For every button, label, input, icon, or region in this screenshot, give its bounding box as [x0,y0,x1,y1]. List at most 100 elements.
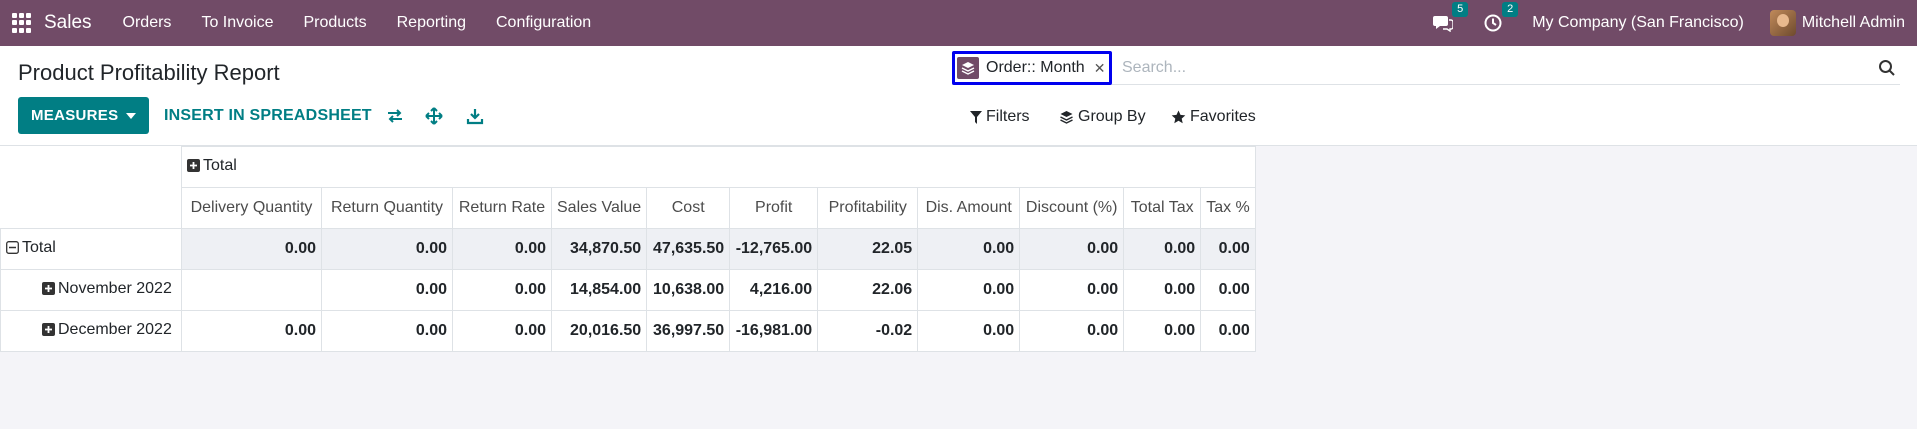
menu-orders[interactable]: Orders [108,14,187,32]
cell[interactable]: 4,216.00 [729,269,819,311]
cell[interactable]: -12,765.00 [729,228,819,270]
measure-header-return-rate[interactable]: Return Rate [452,187,552,229]
plus-square-icon [42,282,55,300]
cell[interactable]: 0.00 [917,310,1021,352]
cell[interactable]: 10,638.00 [646,269,731,311]
measure-header-return-quantity[interactable]: Return Quantity [321,187,453,229]
cell[interactable]: 0.00 [452,269,552,311]
cell[interactable]: 0.00 [1200,269,1256,311]
plus-square-icon [187,159,200,177]
cell[interactable]: 0.00 [1123,228,1202,270]
activities-clock-icon[interactable]: 2 [1482,2,1519,34]
messages-icon[interactable]: 5 [1432,2,1469,34]
control-panel: Product Profitability Report MEASURES IN… [0,46,1917,146]
search-facet[interactable]: Order:: Month ✕ [952,51,1113,85]
facet-remove-icon[interactable]: ✕ [1094,60,1106,77]
caret-down-icon [126,112,137,119]
measure-header-sales-value[interactable]: Sales Value [550,187,648,229]
pivot-view: Total Delivery Quantity Return Quantity … [0,146,1256,352]
measure-header-delivery-quantity[interactable]: Delivery Quantity [181,187,322,229]
top-navbar: Sales Orders To Invoice Products Reporti… [0,0,1917,46]
cell[interactable]: 0.00 [1200,310,1256,352]
row-header-total[interactable]: Total [0,228,182,270]
filters-dropdown[interactable]: Filters [970,108,1030,126]
measure-header-tax-percent[interactable]: Tax % [1200,187,1256,229]
menu-configuration[interactable]: Configuration [481,14,606,32]
cell[interactable]: 0.00 [1019,310,1125,352]
cell[interactable]: 0.00 [321,228,453,270]
measure-header-cost[interactable]: Cost [646,187,731,229]
menu-products[interactable]: Products [288,14,381,32]
table-row: November 2022 0.00 0.00 14,854.00 10,638… [0,269,1256,311]
group-by-label: Group By [1078,108,1146,125]
page-title: Product Profitability Report [18,60,280,85]
cell[interactable]: -16,981.00 [729,310,819,352]
flip-axis-icon[interactable] [386,107,404,125]
row-label: December 2022 [58,321,172,338]
insert-in-spreadsheet-button[interactable]: INSERT IN SPREADSHEET [164,107,372,125]
app-name[interactable]: Sales [44,12,92,34]
group-by-layers-icon [957,57,979,79]
cell[interactable]: 36,997.50 [646,310,731,352]
cell[interactable]: 0.00 [181,228,322,270]
filter-icon [970,110,982,124]
plus-square-icon [42,323,55,341]
cell[interactable]: 0.00 [1200,228,1256,270]
cell[interactable]: 0.00 [1123,310,1202,352]
favorites-dropdown[interactable]: Favorites [1171,108,1256,126]
row-header-november-2022[interactable]: November 2022 [0,269,182,311]
cell[interactable]: 0.00 [1019,228,1125,270]
menu-reporting[interactable]: Reporting [382,14,481,32]
cell[interactable]: 0.00 [452,228,552,270]
cell[interactable]: 22.06 [817,269,919,311]
search-input[interactable] [1122,53,1842,83]
pivot-corner [0,146,182,229]
company-switcher[interactable]: My Company (San Francisco) [1532,14,1744,32]
menu-to-invoice[interactable]: To Invoice [186,14,288,32]
cell[interactable]: 47,635.50 [646,228,731,270]
col-group-label: Total [203,157,237,174]
measure-header-profitability[interactable]: Profitability [817,187,919,229]
cell[interactable]: 0.00 [181,310,322,352]
cell[interactable]: 34,870.50 [550,228,648,270]
layers-icon [1060,111,1073,124]
cell[interactable]: 0.00 [452,310,552,352]
cell[interactable]: 0.00 [917,228,1021,270]
pivot-table: Total Delivery Quantity Return Quantity … [0,146,1256,352]
cell[interactable]: 0.00 [321,310,453,352]
measure-header-total-tax[interactable]: Total Tax [1123,187,1202,229]
expand-all-icon[interactable] [425,107,443,125]
download-icon[interactable] [466,107,484,125]
search-bar: Order:: Month ✕ [952,51,1900,85]
cell[interactable]: 0.00 [917,269,1021,311]
cell[interactable]: -0.02 [817,310,919,352]
table-row: Total 0.00 0.00 0.00 34,870.50 47,635.50… [0,228,1256,270]
col-group-header-total[interactable]: Total [181,146,1256,188]
user-menu[interactable]: Mitchell Admin [1769,10,1905,36]
table-row: December 2022 0.00 0.00 0.00 20,016.50 3… [0,310,1256,352]
cell[interactable]: 0.00 [1123,269,1202,311]
cell[interactable] [181,269,322,311]
measures-label: MEASURES [31,107,119,124]
activities-count-badge: 2 [1502,2,1519,17]
messages-count-badge: 5 [1452,2,1469,17]
group-by-dropdown[interactable]: Group By [1059,108,1146,126]
minus-square-icon [6,241,19,259]
measure-header-discount[interactable]: Discount (%) [1019,187,1125,229]
user-name: Mitchell Admin [1801,14,1905,31]
cell[interactable]: 20,016.50 [550,310,648,352]
avatar [1769,10,1796,36]
row-label: November 2022 [58,280,172,297]
cell[interactable]: 22.05 [817,228,919,270]
row-label: Total [22,239,56,256]
row-header-december-2022[interactable]: December 2022 [0,310,182,352]
measure-header-dis-amount[interactable]: Dis. Amount [917,187,1021,229]
search-icon[interactable] [1878,59,1896,77]
measures-button[interactable]: MEASURES [18,97,150,134]
cell[interactable]: 14,854.00 [550,269,648,311]
measure-header-profit[interactable]: Profit [729,187,819,229]
cell[interactable]: 0.00 [1019,269,1125,311]
app-menu-icon[interactable] [12,13,32,33]
star-icon [1171,110,1186,124]
cell[interactable]: 0.00 [321,269,453,311]
